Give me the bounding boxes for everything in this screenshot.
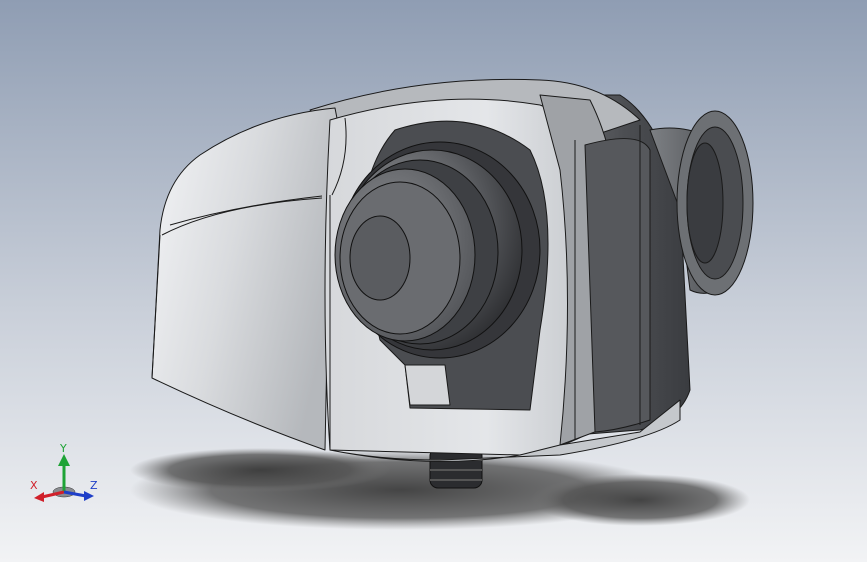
coordinate-triad: Y X Z [24,440,104,506]
triad-y-label: Y [60,442,67,455]
triad-z-label: Z [90,479,98,492]
triad-x-label: X [30,479,38,492]
model-canvas[interactable] [0,0,867,562]
graphics-viewport[interactable]: Y X Z [0,0,867,562]
